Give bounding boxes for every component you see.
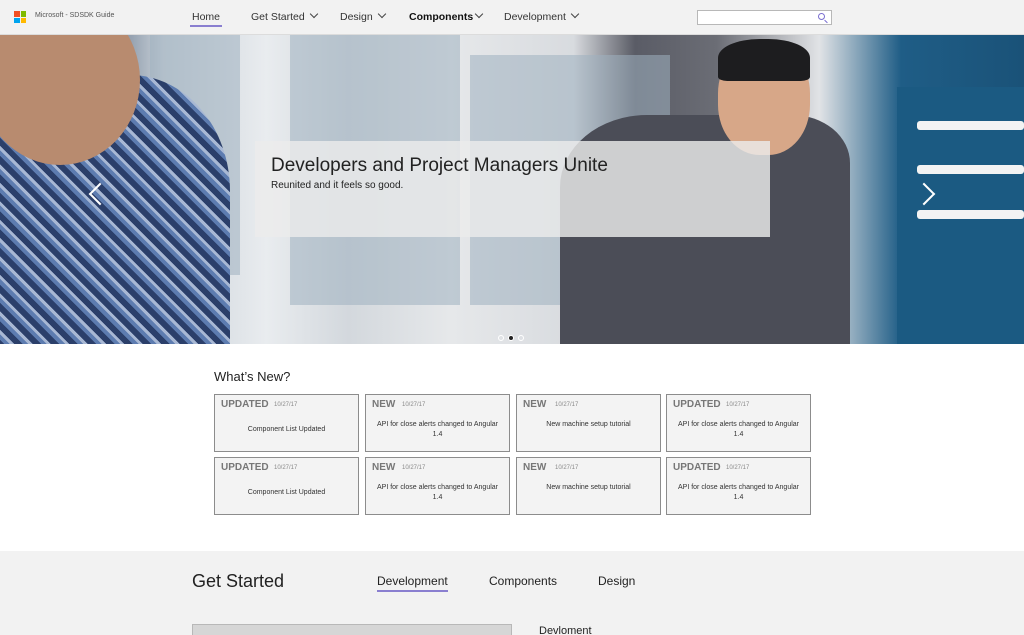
card-date: 10/27/17 — [402, 465, 426, 471]
news-card[interactable]: NEW 10/27/17 New machine setup tutorial — [516, 457, 661, 515]
card-date: 10/27/17 — [555, 402, 579, 408]
hero-carousel — [0, 35, 1024, 344]
card-description: New machine setup tutorial — [546, 421, 631, 428]
tab-development[interactable]: Development — [377, 574, 448, 592]
nav-development-label: Development — [504, 11, 566, 23]
chevron-down-icon — [474, 9, 484, 19]
card-tag: NEW — [523, 399, 547, 410]
nav-home[interactable]: Home — [189, 11, 223, 27]
card-description: New machine setup tutorial — [546, 484, 631, 491]
chevron-down-icon — [570, 9, 580, 19]
carousel-dot-2[interactable] — [508, 335, 514, 341]
chevron-down-icon — [309, 9, 318, 19]
card-description: Component List Updated — [247, 489, 326, 496]
search-input[interactable] — [697, 10, 832, 25]
card-date: 10/27/17 — [402, 402, 426, 408]
nav-get-started-label: Get Started — [251, 11, 305, 23]
hero-photo-hair — [718, 39, 810, 81]
news-card[interactable]: NEW 10/27/17 API for close alerts change… — [365, 394, 510, 452]
nav-design-label: Design — [340, 11, 373, 23]
get-started-panel-heading: Devloment — [539, 625, 592, 635]
card-date: 10/27/17 — [726, 402, 750, 408]
news-card[interactable]: UPDATED 10/27/17 Component List Updated — [214, 394, 359, 452]
card-tag: NEW — [372, 462, 396, 473]
card-date: 10/27/17 — [274, 465, 298, 471]
carousel-dot-3[interactable] — [518, 335, 524, 341]
hero-title: Developers and Project Managers Unite — [271, 155, 608, 176]
card-tag: UPDATED — [673, 462, 721, 473]
card-tag: NEW — [523, 462, 547, 473]
card-description: API for close alerts changed to Angular … — [376, 484, 499, 501]
hero-photo-shelf-bar — [917, 121, 1024, 130]
card-tag: UPDATED — [221, 399, 269, 410]
get-started-section — [0, 551, 1024, 635]
tab-components[interactable]: Components — [489, 574, 557, 588]
hero-subtitle: Reunited and it feels so good. — [271, 180, 404, 191]
nav-design[interactable]: Design — [340, 9, 386, 23]
get-started-title: Get Started — [192, 571, 285, 591]
nav-get-started[interactable]: Get Started — [251, 9, 318, 23]
card-tag: NEW — [372, 399, 396, 410]
card-tag: UPDATED — [221, 462, 269, 473]
tab-design[interactable]: Design — [598, 574, 635, 588]
news-card[interactable]: NEW 10/27/17 API for close alerts change… — [365, 457, 510, 515]
news-card[interactable]: UPDATED 10/27/17 API for close alerts ch… — [666, 457, 811, 515]
carousel-dot-1[interactable] — [498, 335, 504, 341]
hero-photo-shelf-bar — [917, 165, 1024, 174]
brand-name[interactable]: Microsoft - SDSDK Guide — [35, 12, 114, 19]
card-description: Component List Updated — [247, 426, 326, 433]
news-card[interactable]: UPDATED 10/27/17 Component List Updated — [214, 457, 359, 515]
whats-new-title: What’s New? — [214, 369, 291, 384]
chevron-down-icon — [377, 9, 386, 19]
card-description: API for close alerts changed to Angular … — [677, 484, 800, 501]
top-navigation: Microsoft - SDSDK Guide Home Get Started… — [0, 0, 1024, 35]
nav-development[interactable]: Development — [504, 9, 580, 23]
microsoft-logo-icon[interactable] — [14, 11, 26, 23]
card-date: 10/27/17 — [726, 465, 750, 471]
hero-photo-shelf-bar — [917, 210, 1024, 219]
search-icon[interactable] — [818, 13, 825, 20]
carousel-indicators — [498, 328, 528, 346]
card-tag: UPDATED — [673, 399, 721, 410]
get-started-image-panel — [192, 624, 512, 635]
nav-components-label: Components — [409, 11, 474, 23]
news-card[interactable]: UPDATED 10/27/17 API for close alerts ch… — [666, 394, 811, 452]
nav-home-label: Home — [192, 11, 221, 23]
nav-components[interactable]: Components — [409, 9, 484, 23]
card-description: API for close alerts changed to Angular … — [376, 421, 499, 438]
card-date: 10/27/17 — [555, 465, 579, 471]
card-date: 10/27/17 — [274, 402, 298, 408]
news-card[interactable]: NEW 10/27/17 New machine setup tutorial — [516, 394, 661, 452]
card-description: API for close alerts changed to Angular … — [677, 421, 800, 438]
